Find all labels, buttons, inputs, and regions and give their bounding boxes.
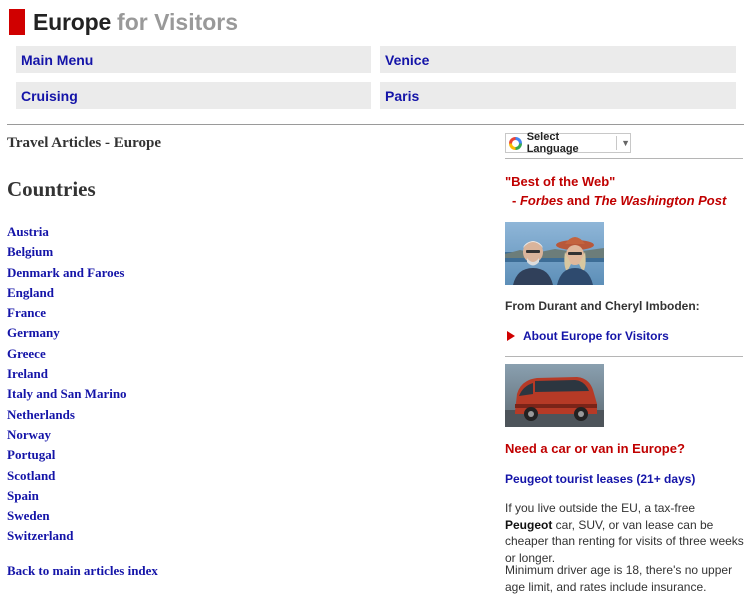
nav-main-menu[interactable]: Main Menu	[16, 46, 371, 73]
list-item: Netherlands	[7, 407, 127, 427]
sidebar-divider	[505, 158, 743, 159]
attribution-washington-post: The Washington Post	[593, 193, 727, 208]
list-item: England	[7, 285, 127, 305]
page-title: Countries	[7, 177, 96, 201]
country-list: Austria Belgium Denmark and Faroes Engla…	[7, 224, 127, 549]
list-item: Sweden	[7, 508, 127, 528]
country-link-spain[interactable]: Spain	[7, 488, 39, 503]
authors-credit: From Durant and Cheryl Imboden:	[505, 299, 700, 313]
country-link-ireland[interactable]: Ireland	[7, 366, 48, 381]
country-link-scotland[interactable]: Scotland	[7, 468, 55, 483]
list-item: France	[7, 305, 127, 325]
best-of-web-quote: "Best of the Web"	[505, 174, 616, 189]
country-link-england[interactable]: England	[7, 285, 54, 300]
lease-description: If you live outside the EU, a tax-free P…	[505, 500, 745, 566]
site-title: Europe	[33, 8, 112, 35]
list-item: Austria	[7, 224, 127, 244]
header-divider	[7, 124, 744, 125]
country-link-denmark[interactable]: Denmark and Faroes	[7, 265, 124, 280]
nav-paris[interactable]: Paris	[380, 82, 736, 109]
list-item: Portugal	[7, 447, 127, 467]
list-item: Denmark and Faroes	[7, 265, 127, 285]
attribution-forbes: Forbes	[519, 193, 564, 208]
list-item: Norway	[7, 427, 127, 447]
list-item: Greece	[7, 346, 127, 366]
country-link-germany[interactable]: Germany	[7, 325, 60, 340]
select-divider	[616, 136, 618, 150]
quote-attribution: - Forbes and The Washington Post	[512, 193, 726, 208]
country-link-netherlands[interactable]: Netherlands	[7, 407, 75, 422]
language-select[interactable]: Select Language ▼	[505, 131, 631, 155]
site-title-suffix: for Visitors	[117, 8, 239, 35]
nav-cruising[interactable]: Cruising	[16, 82, 371, 109]
authors-photo	[505, 222, 604, 285]
peugeot-van-photo[interactable]	[505, 364, 604, 427]
list-item: Spain	[7, 488, 127, 508]
car-heading: Need a car or van in Europe?	[505, 441, 685, 456]
breadcrumb: Travel Articles - Europe	[7, 135, 161, 151]
list-item: Ireland	[7, 366, 127, 386]
attribution-dash: -	[512, 193, 520, 208]
language-select-label: Select Language	[526, 131, 579, 155]
country-link-greece[interactable]: Greece	[7, 346, 46, 361]
country-link-switzerland[interactable]: Switzerland	[7, 528, 73, 543]
country-link-norway[interactable]: Norway	[7, 427, 51, 442]
sidebar-divider-2	[505, 356, 743, 357]
lease-text-brand: Peugeot	[505, 517, 553, 532]
google-icon	[509, 136, 522, 150]
peugeot-leases-link[interactable]: Peugeot tourist leases (21+ days)	[505, 472, 695, 486]
country-link-austria[interactable]: Austria	[7, 224, 49, 239]
lease-text-pre: If you live outside the EU, a tax-free	[505, 501, 696, 515]
list-item: Germany	[7, 325, 127, 345]
country-link-portugal[interactable]: Portugal	[7, 447, 55, 462]
country-link-france[interactable]: France	[7, 305, 46, 320]
driver-age-text: Minimum driver age is 18, there's no upp…	[505, 563, 733, 594]
country-link-belgium[interactable]: Belgium	[7, 244, 53, 259]
logo-red-block	[9, 9, 25, 35]
dropdown-arrow-icon: ▼	[621, 138, 631, 148]
back-to-index-link[interactable]: Back to main articles index	[7, 563, 158, 579]
country-link-italy[interactable]: Italy and San Marino	[7, 386, 127, 401]
list-item: Scotland	[7, 468, 127, 488]
attribution-and: and	[563, 193, 594, 208]
country-link-sweden[interactable]: Sweden	[7, 508, 50, 523]
site-logo[interactable]: Europe for Visitors	[9, 9, 238, 35]
list-item: Belgium	[7, 244, 127, 264]
nav-venice[interactable]: Venice	[380, 46, 736, 73]
list-item: Italy and San Marino	[7, 386, 127, 406]
play-arrow-icon	[507, 331, 515, 341]
about-link-row[interactable]: About Europe for Visitors	[507, 329, 669, 343]
about-europe-link[interactable]: About Europe for Visitors	[523, 329, 669, 343]
list-item: Switzerland	[7, 528, 127, 548]
